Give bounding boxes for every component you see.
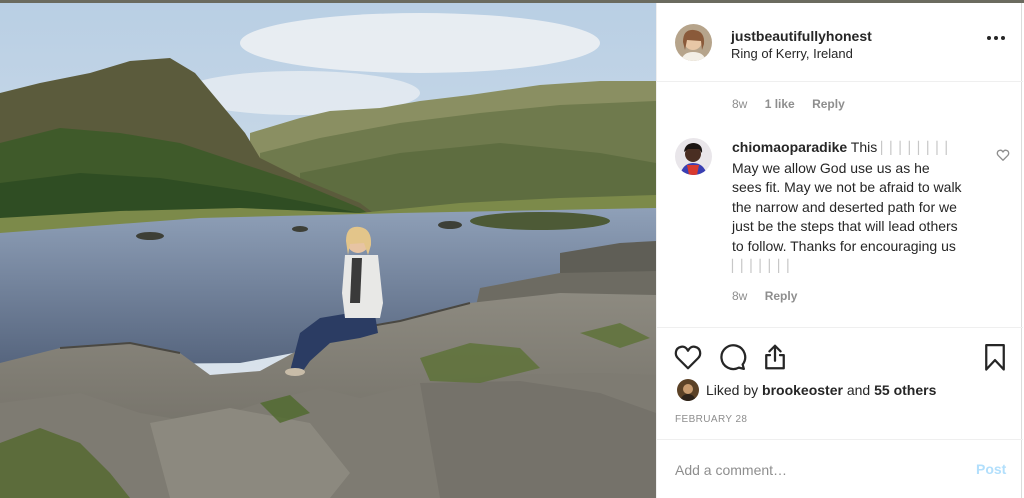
comment-text: chiomaoparadike This ▏▏▏▏▏▏▏▏ May we all…: [732, 138, 962, 277]
comment-input[interactable]: [675, 460, 955, 480]
post-date[interactable]: FEBRUARY 28: [675, 414, 747, 425]
commenter-avatar[interactable]: [675, 138, 712, 175]
comment-emoji-end: ▏▏▏▏▏▏▏: [732, 259, 797, 273]
caption-like-count[interactable]: 1 like: [765, 97, 795, 111]
comment-meta-row: 8w Reply: [732, 289, 811, 303]
post-comment-button[interactable]: Post: [976, 461, 1006, 477]
commenter-username[interactable]: chiomaoparadike: [732, 139, 847, 155]
heart-icon[interactable]: [673, 342, 703, 372]
more-options-icon[interactable]: [987, 32, 1007, 44]
post-photo[interactable]: [0, 3, 656, 498]
small-heart-icon[interactable]: [996, 148, 1010, 162]
liked-by-prefix: Liked by: [706, 382, 759, 398]
comment-bubble-icon[interactable]: [717, 342, 747, 372]
comment-reply-button[interactable]: Reply: [765, 289, 798, 303]
post-location[interactable]: Ring of Kerry, Ireland: [731, 46, 853, 61]
liked-by-others[interactable]: 55 others: [874, 382, 936, 398]
add-comment-bar: Post: [657, 439, 1023, 498]
post-side-panel: justbeautifullyhonest Ring of Kerry, Ire…: [656, 3, 1023, 498]
liker-avatar[interactable]: [677, 379, 699, 401]
comment-emoji-placeholder: ▏▏▏▏▏▏▏▏: [881, 141, 955, 155]
share-icon[interactable]: [760, 342, 790, 372]
caption-reply-button[interactable]: Reply: [812, 97, 845, 111]
author-avatar[interactable]: [675, 24, 712, 61]
post-actions: Liked by brookeoster and 55 others FEBRU…: [657, 327, 1023, 439]
comment-text-start: This: [850, 139, 878, 155]
author-username[interactable]: justbeautifullyhonest: [731, 28, 872, 44]
liked-by-joiner: and: [846, 382, 871, 398]
comment-time[interactable]: 8w: [732, 289, 747, 303]
comment-text-body: May we allow God use us as he sees fit. …: [732, 159, 962, 254]
caption-time[interactable]: 8w: [732, 97, 747, 111]
liked-by-user[interactable]: brookeoster: [762, 382, 843, 398]
post-header: justbeautifullyhonest Ring of Kerry, Ire…: [657, 3, 1023, 82]
caption-meta-row: 8w 1 like Reply: [732, 97, 859, 111]
bookmark-icon[interactable]: [980, 342, 1010, 372]
likes-text: Liked by brookeoster and 55 others: [706, 382, 936, 398]
